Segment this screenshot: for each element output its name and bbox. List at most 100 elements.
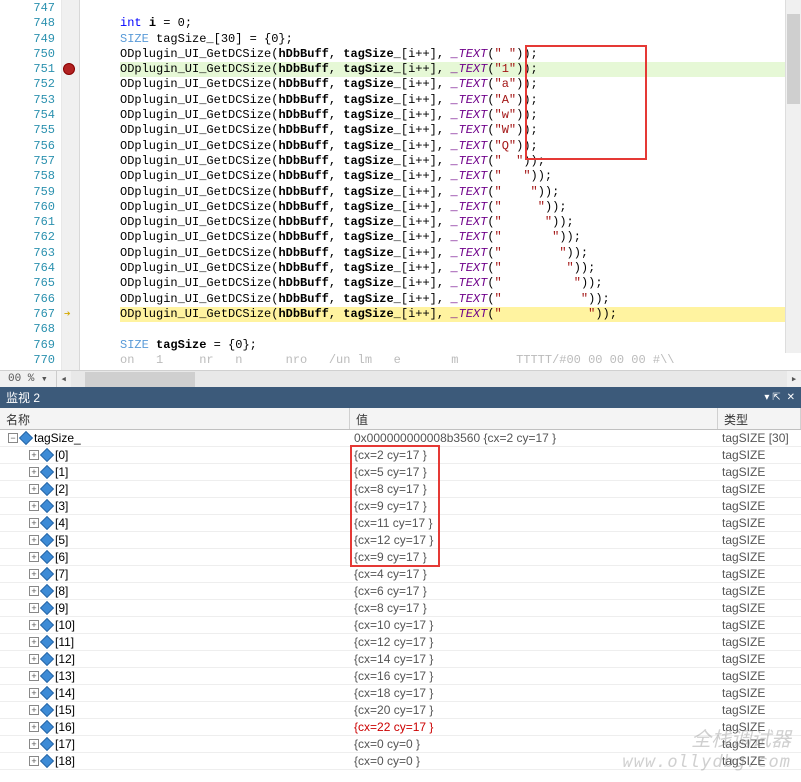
breakpoint-icon[interactable]: [63, 63, 75, 75]
zoom-level[interactable]: 00 % ▾: [0, 371, 57, 387]
line-number: 757: [0, 154, 55, 169]
code-line[interactable]: ODplugin_UI_GetDCSize(hDbBuff, tagSize_[…: [120, 123, 801, 138]
watch-row[interactable]: + [14]{cx=18 cy=17 }tagSIZE: [0, 685, 801, 702]
scroll-left-icon[interactable]: ◂: [57, 372, 71, 386]
expand-icon[interactable]: +: [29, 756, 39, 766]
watch-row[interactable]: + [0]{cx=2 cy=17 }tagSIZE: [0, 447, 801, 464]
watch-row[interactable]: + [18]{cx=0 cy=0 }tagSIZE: [0, 753, 801, 770]
panel-options-icon[interactable]: ▾ ⇱: [764, 392, 780, 403]
code-line[interactable]: ODplugin_UI_GetDCSize(hDbBuff, tagSize_[…: [120, 230, 801, 245]
variable-icon: [40, 482, 54, 496]
code-line[interactable]: int i = 0;: [120, 16, 801, 31]
watch-item-name: [12]: [55, 652, 75, 666]
editor-vertical-scrollbar[interactable]: [785, 0, 801, 353]
column-header-type[interactable]: 类型: [718, 408, 801, 429]
column-header-name[interactable]: 名称: [0, 408, 350, 429]
code-line[interactable]: on 1 nr n nro /un lm e m TTTTT/#00 00 00…: [120, 353, 801, 368]
watch-panel-titlebar[interactable]: 监视 2 ▾ ⇱ ✕: [0, 387, 801, 408]
watch-item-type: tagSIZE: [718, 499, 801, 513]
code-line[interactable]: ODplugin_UI_GetDCSize(hDbBuff, tagSize_[…: [120, 200, 801, 215]
watch-item-name: [1]: [55, 465, 68, 479]
expand-icon[interactable]: +: [29, 637, 39, 647]
expand-icon[interactable]: +: [29, 739, 39, 749]
expand-icon[interactable]: +: [29, 671, 39, 681]
code-line[interactable]: [120, 1, 801, 16]
code-line[interactable]: ODplugin_UI_GetDCSize(hDbBuff, tagSize_[…: [120, 215, 801, 230]
scroll-right-icon[interactable]: ▸: [787, 372, 801, 386]
watch-item-name: [4]: [55, 516, 68, 530]
scrollbar-thumb[interactable]: [85, 372, 195, 387]
expand-icon[interactable]: +: [29, 620, 39, 630]
watch-row[interactable]: + [1]{cx=5 cy=17 }tagSIZE: [0, 464, 801, 481]
watch-row[interactable]: + [12]{cx=14 cy=17 }tagSIZE: [0, 651, 801, 668]
expand-icon[interactable]: +: [29, 688, 39, 698]
code-line[interactable]: ODplugin_UI_GetDCSize(hDbBuff, tagSize_[…: [120, 261, 801, 276]
expand-icon[interactable]: +: [29, 654, 39, 664]
code-line[interactable]: ODplugin_UI_GetDCSize(hDbBuff, tagSize_[…: [120, 276, 801, 291]
dropdown-icon[interactable]: ▾: [41, 372, 48, 386]
expand-icon[interactable]: +: [29, 484, 39, 494]
watch-item-value: {cx=12 cy=17 }: [350, 533, 718, 547]
expand-icon[interactable]: +: [29, 552, 39, 562]
breakpoint-margin[interactable]: ➔: [62, 0, 80, 370]
watch-row[interactable]: + [2]{cx=8 cy=17 }tagSIZE: [0, 481, 801, 498]
expand-icon[interactable]: +: [29, 603, 39, 613]
expand-icon[interactable]: +: [29, 722, 39, 732]
watch-item-type: tagSIZE: [718, 737, 801, 751]
watch-row[interactable]: + [5]{cx=12 cy=17 }tagSIZE: [0, 532, 801, 549]
variable-icon: [40, 703, 54, 717]
watch-row[interactable]: + [10]{cx=10 cy=17 }tagSIZE: [0, 617, 801, 634]
watch-item-type: tagSIZE: [718, 533, 801, 547]
code-line[interactable]: ODplugin_UI_GetDCSize(hDbBuff, tagSize_[…: [120, 139, 801, 154]
watch-item-name: [0]: [55, 448, 68, 462]
code-line[interactable]: ODplugin_UI_GetDCSize(hDbBuff, tagSize_[…: [120, 307, 801, 322]
watch-row[interactable]: + [6]{cx=9 cy=17 }tagSIZE: [0, 549, 801, 566]
watch-row[interactable]: + [11]{cx=12 cy=17 }tagSIZE: [0, 634, 801, 651]
code-area[interactable]: int i = 0;SIZE tagSize_[30] = {0};ODplug…: [80, 0, 801, 370]
expand-icon[interactable]: +: [29, 501, 39, 511]
line-number: 769: [0, 338, 55, 353]
watch-row-root[interactable]: − tagSize_ 0x000000000008b3560 {cx=2 cy=…: [0, 430, 801, 447]
watch-item-value: {cx=11 cy=17 }: [350, 516, 718, 530]
watch-row[interactable]: + [8]{cx=6 cy=17 }tagSIZE: [0, 583, 801, 600]
watch-item-type: tagSIZE: [718, 550, 801, 564]
watch-row[interactable]: + [13]{cx=16 cy=17 }tagSIZE: [0, 668, 801, 685]
expand-icon[interactable]: +: [29, 586, 39, 596]
variable-icon: [40, 448, 54, 462]
code-line[interactable]: [120, 322, 801, 337]
code-line[interactable]: ODplugin_UI_GetDCSize(hDbBuff, tagSize_[…: [120, 246, 801, 261]
watch-row[interactable]: + [16]{cx=22 cy=17 }tagSIZE: [0, 719, 801, 736]
expand-icon[interactable]: +: [29, 450, 39, 460]
editor-horizontal-scrollbar[interactable]: 00 % ▾ ◂ ▸: [0, 370, 801, 387]
watch-row[interactable]: + [17]{cx=0 cy=0 }tagSIZE: [0, 736, 801, 753]
watch-row[interactable]: + [15]{cx=20 cy=17 }tagSIZE: [0, 702, 801, 719]
line-number: 749: [0, 32, 55, 47]
collapse-icon[interactable]: −: [8, 433, 18, 443]
expand-icon[interactable]: +: [29, 518, 39, 528]
code-line[interactable]: ODplugin_UI_GetDCSize(hDbBuff, tagSize_[…: [120, 93, 801, 108]
code-line[interactable]: SIZE tagSize_[30] = {0};: [120, 32, 801, 47]
expand-icon[interactable]: +: [29, 467, 39, 477]
code-line[interactable]: ODplugin_UI_GetDCSize(hDbBuff, tagSize_[…: [120, 47, 801, 62]
expand-icon[interactable]: +: [29, 535, 39, 545]
watch-row[interactable]: + [7]{cx=4 cy=17 }tagSIZE: [0, 566, 801, 583]
variable-icon: [40, 686, 54, 700]
code-line[interactable]: ODplugin_UI_GetDCSize(hDbBuff, tagSize_[…: [120, 185, 801, 200]
watch-row[interactable]: + [4]{cx=11 cy=17 }tagSIZE: [0, 515, 801, 532]
code-line[interactable]: ODplugin_UI_GetDCSize(hDbBuff, tagSize_[…: [120, 108, 801, 123]
code-line[interactable]: ODplugin_UI_GetDCSize(hDbBuff, tagSize_[…: [120, 62, 801, 77]
code-line[interactable]: ODplugin_UI_GetDCSize(hDbBuff, tagSize_[…: [120, 154, 801, 169]
expand-icon[interactable]: +: [29, 705, 39, 715]
panel-close-icon[interactable]: ✕: [787, 392, 795, 403]
expand-icon[interactable]: +: [29, 569, 39, 579]
column-header-value[interactable]: 值: [350, 408, 718, 429]
code-line[interactable]: ODplugin_UI_GetDCSize(hDbBuff, tagSize_[…: [120, 77, 801, 92]
variable-icon: [40, 652, 54, 666]
code-line[interactable]: ODplugin_UI_GetDCSize(hDbBuff, tagSize_[…: [120, 292, 801, 307]
watch-row[interactable]: + [3]{cx=9 cy=17 }tagSIZE: [0, 498, 801, 515]
watch-row[interactable]: + [9]{cx=8 cy=17 }tagSIZE: [0, 600, 801, 617]
code-line[interactable]: ODplugin_UI_GetDCSize(hDbBuff, tagSize_[…: [120, 169, 801, 184]
line-number: 751: [0, 62, 55, 77]
variable-icon: [40, 550, 54, 564]
code-line[interactable]: SIZE tagSize = {0};: [120, 338, 801, 353]
